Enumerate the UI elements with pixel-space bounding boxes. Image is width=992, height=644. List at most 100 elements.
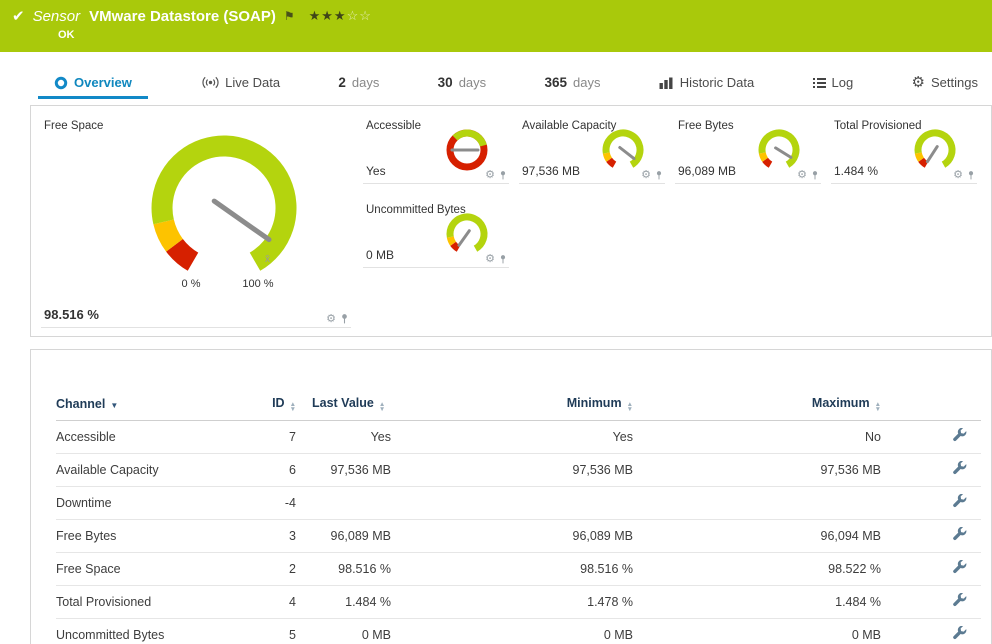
wrench-icon[interactable] bbox=[952, 527, 967, 542]
sensor-title: VMware Datastore (SOAP) bbox=[89, 8, 276, 25]
gauge-needle bbox=[927, 147, 937, 162]
channel-name[interactable]: Free Space bbox=[56, 562, 256, 576]
channel-name[interactable]: Available Capacity bbox=[56, 463, 256, 477]
gauge-max-label: 100 % bbox=[242, 278, 273, 290]
gauge-pin-icon[interactable] bbox=[499, 170, 507, 181]
tab-30-days[interactable]: 30 days bbox=[434, 75, 491, 99]
table-row-free-bytes[interactable]: Free Bytes 3 96,089 MB 96,089 MB 96,094 … bbox=[56, 520, 981, 553]
gauge-settings-gear-icon[interactable]: ⚙ bbox=[326, 314, 336, 325]
sort-desc-icon[interactable]: ▼ bbox=[110, 401, 118, 410]
column-header-last-value[interactable]: Last Value▲▼ bbox=[296, 396, 391, 412]
tab-2-days[interactable]: 2 days bbox=[334, 75, 383, 99]
column-header-id[interactable]: ID▲▼ bbox=[256, 396, 296, 412]
tab-365-days[interactable]: 365 days bbox=[540, 75, 604, 99]
channel-id: 5 bbox=[256, 628, 296, 642]
channel-last-value: 97,536 MB bbox=[296, 463, 391, 477]
wrench-icon[interactable] bbox=[952, 593, 967, 608]
channel-name[interactable]: Total Provisioned bbox=[56, 595, 256, 609]
gauge-settings-gear-icon[interactable]: ⚙ bbox=[953, 170, 963, 181]
sort-icon[interactable]: ▲▼ bbox=[379, 402, 385, 412]
tab-log[interactable]: Log bbox=[809, 75, 858, 99]
table-row-uncommitted-bytes[interactable]: Uncommitted Bytes 5 0 MB 0 MB 0 MB bbox=[56, 619, 981, 644]
flag-icon[interactable]: ⚑ bbox=[284, 9, 295, 23]
gauge-min-label: 0 % bbox=[182, 278, 201, 290]
gauge-settings-gear-icon[interactable]: ⚙ bbox=[485, 170, 495, 181]
stars-empty[interactable]: ☆☆ bbox=[347, 8, 372, 23]
gauge-needle bbox=[776, 148, 791, 158]
gauge-title: Free Bytes bbox=[678, 120, 734, 132]
gauge-value: 98.516 % bbox=[44, 307, 99, 322]
tab-live-data[interactable]: Live Data bbox=[198, 75, 284, 99]
gauge-pin-icon[interactable] bbox=[499, 254, 507, 265]
gauge-settings-gear-icon[interactable]: ⚙ bbox=[797, 170, 807, 181]
tab-settings[interactable]: ⚙ Settings bbox=[908, 75, 982, 99]
column-header-channel[interactable]: Channel▼ bbox=[56, 397, 256, 411]
sort-icon[interactable]: ▲▼ bbox=[875, 402, 881, 412]
channel-name[interactable]: Free Bytes bbox=[56, 529, 256, 543]
status-badge: OK bbox=[58, 29, 982, 41]
tab-historic-data[interactable]: Historic Data bbox=[655, 75, 758, 99]
channel-maximum: 98.522 % bbox=[633, 562, 881, 576]
tab-log-label: Log bbox=[832, 75, 854, 90]
gauge-pin-icon[interactable] bbox=[340, 313, 349, 325]
channel-maximum: 1.484 % bbox=[633, 595, 881, 609]
gauge-settings-gear-icon[interactable]: ⚙ bbox=[641, 170, 651, 181]
tab-settings-label: Settings bbox=[931, 75, 978, 90]
stars-filled[interactable]: ★★★ bbox=[309, 8, 347, 23]
free-space-gauge-dial: x̄ 0 % 100 % bbox=[119, 124, 329, 292]
live-data-icon bbox=[202, 76, 219, 89]
tab-30-days-number: 30 bbox=[438, 75, 453, 90]
overview-donut-icon bbox=[54, 76, 68, 90]
column-header-maximum[interactable]: Maximum▲▼ bbox=[633, 396, 881, 412]
channel-name[interactable]: Accessible bbox=[56, 430, 256, 444]
channel-maximum: 0 MB bbox=[633, 628, 881, 642]
wrench-icon[interactable] bbox=[952, 560, 967, 575]
tab-2-days-unit: days bbox=[352, 75, 379, 90]
gauge-total-provisioned[interactable]: Total Provisioned 1.484 % ⚙ bbox=[831, 116, 977, 184]
table-row-accessible[interactable]: Accessible 7 Yes Yes No bbox=[56, 421, 981, 454]
tab-365-days-number: 365 bbox=[544, 75, 567, 90]
tab-overview[interactable]: Overview bbox=[38, 75, 148, 99]
gauge-value: 97,536 MB bbox=[522, 164, 580, 178]
gauge-needle bbox=[459, 231, 469, 246]
channel-maximum: 96,094 MB bbox=[633, 529, 881, 543]
channel-name[interactable]: Downtime bbox=[56, 496, 256, 510]
channel-last-value: 1.484 % bbox=[296, 595, 391, 609]
column-header-minimum[interactable]: Minimum▲▼ bbox=[391, 396, 633, 412]
wrench-icon[interactable] bbox=[952, 494, 967, 509]
channel-minimum: Yes bbox=[391, 430, 633, 444]
table-row-downtime[interactable]: Downtime -4 bbox=[56, 487, 981, 520]
gauge-value: 0 MB bbox=[366, 248, 394, 262]
wrench-icon[interactable] bbox=[952, 461, 967, 476]
tab-overview-label: Overview bbox=[74, 75, 132, 90]
gauge-settings-gear-icon[interactable]: ⚙ bbox=[485, 254, 495, 265]
gauge-free-bytes[interactable]: Free Bytes 96,089 MB ⚙ bbox=[675, 116, 821, 184]
tab-365-days-unit: days bbox=[573, 75, 600, 90]
table-header-row: Channel▼ ID▲▼ Last Value▲▼ Minimum▲▼ Max… bbox=[56, 388, 981, 421]
average-marker: x̄ bbox=[265, 254, 270, 265]
table-row-free-space[interactable]: Free Space 2 98.516 % 98.516 % 98.522 % bbox=[56, 553, 981, 586]
channel-name[interactable]: Uncommitted Bytes bbox=[56, 628, 256, 642]
table-row-available-capacity[interactable]: Available Capacity 6 97,536 MB 97,536 MB… bbox=[56, 454, 981, 487]
channel-id: 7 bbox=[256, 430, 296, 444]
table-row-total-provisioned[interactable]: Total Provisioned 4 1.484 % 1.478 % 1.48… bbox=[56, 586, 981, 619]
channel-minimum: 0 MB bbox=[391, 628, 633, 642]
channel-id: 3 bbox=[256, 529, 296, 543]
gauge-pin-icon[interactable] bbox=[967, 170, 975, 181]
wrench-icon[interactable] bbox=[952, 428, 967, 443]
channel-id: -4 bbox=[256, 496, 296, 510]
gauge-pin-icon[interactable] bbox=[655, 170, 663, 181]
gauge-uncommitted-bytes[interactable]: Uncommitted Bytes 0 MB ⚙ bbox=[363, 200, 509, 268]
gauge-accessible[interactable]: Accessible Yes ⚙ bbox=[363, 116, 509, 184]
gauge-title: Free Space bbox=[44, 120, 103, 132]
channel-minimum: 97,536 MB bbox=[391, 463, 633, 477]
channel-id: 4 bbox=[256, 595, 296, 609]
gauge-pin-icon[interactable] bbox=[811, 170, 819, 181]
gauge-value: 1.484 % bbox=[834, 164, 878, 178]
wrench-icon[interactable] bbox=[952, 626, 967, 641]
ok-check-icon: ✔ bbox=[12, 7, 25, 25]
gauge-free-space[interactable]: Free Space x̄ 0 % 100 % 98.516 % ⚙ bbox=[41, 116, 351, 328]
channel-minimum: 96,089 MB bbox=[391, 529, 633, 543]
gauge-available-capacity[interactable]: Available Capacity 97,536 MB ⚙ bbox=[519, 116, 665, 184]
priority-stars[interactable]: ★★★☆☆ bbox=[309, 8, 372, 24]
